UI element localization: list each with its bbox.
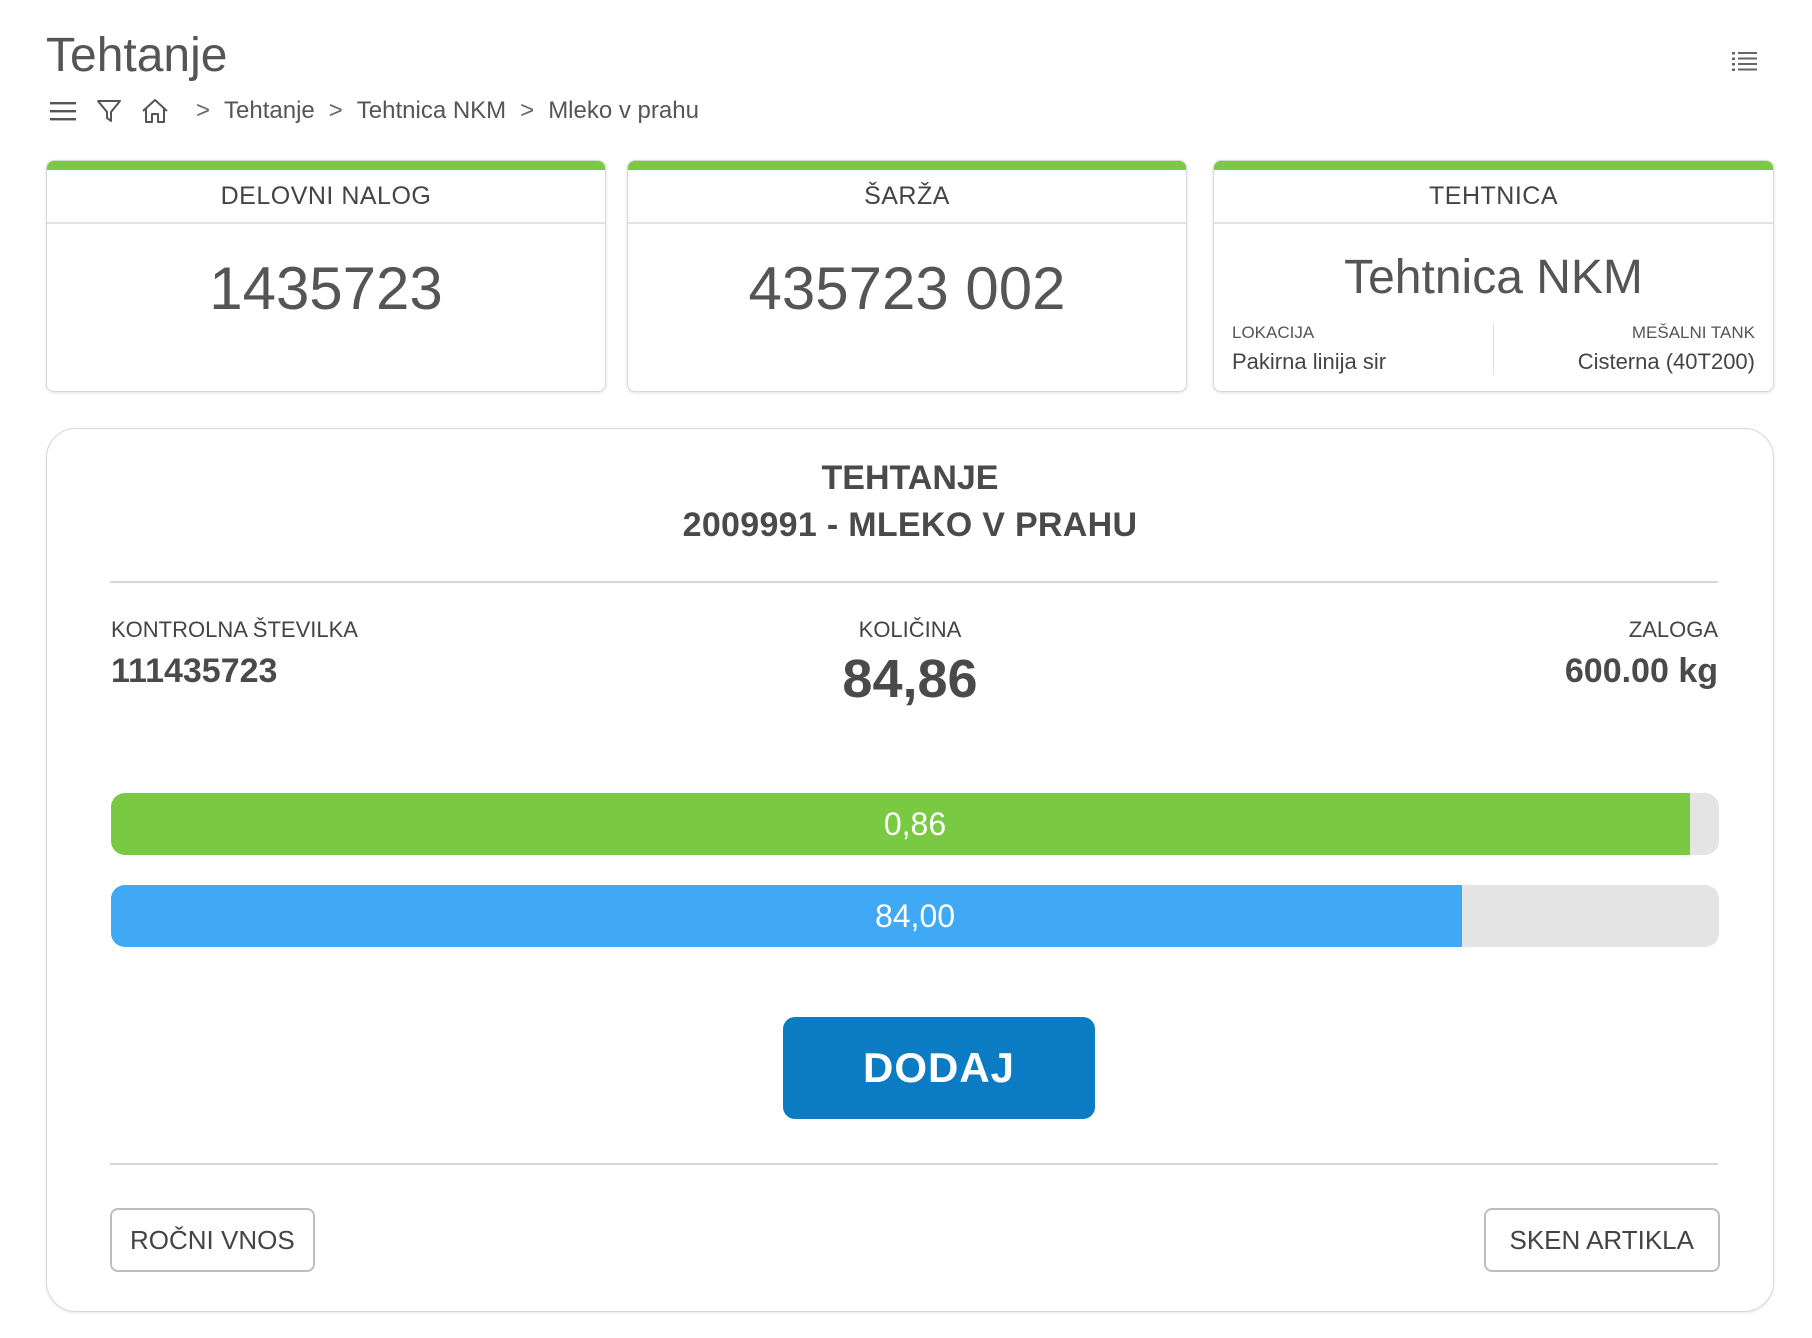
filter-icon bbox=[97, 100, 121, 122]
quantity-label: KOLIČINA bbox=[858, 617, 962, 642]
home-button[interactable] bbox=[140, 96, 170, 126]
batch-value: 435723 002 bbox=[748, 255, 1066, 322]
list-icon bbox=[1732, 52, 1757, 71]
add-button[interactable]: DODAJ bbox=[783, 1017, 1095, 1119]
stock-label: ZALOGA bbox=[1628, 617, 1718, 642]
card-accent-bar bbox=[47, 161, 605, 170]
quantity-value: 84,86 bbox=[842, 649, 978, 709]
scale-label: TEHTNICA bbox=[1214, 170, 1773, 224]
progress-label: 0,86 bbox=[883, 806, 947, 842]
page-title: Tehtanje bbox=[46, 29, 228, 82]
tank-block: MEŠALNI TANK Cisterna (40T200) bbox=[1493, 323, 1755, 375]
scale-details: LOKACIJA Pakirna linija sir MEŠALNI TANK… bbox=[1214, 323, 1773, 375]
card-accent-bar bbox=[1214, 161, 1773, 170]
hamburger-icon bbox=[50, 102, 76, 121]
hamburger-menu-button[interactable] bbox=[48, 96, 78, 126]
work-order-card: DELOVNI NALOG 1435723 bbox=[46, 160, 606, 392]
work-order-label: DELOVNI NALOG bbox=[47, 170, 605, 224]
filter-button[interactable] bbox=[94, 96, 124, 126]
batch-card: ŠARŽA 435723 002 bbox=[627, 160, 1187, 392]
location-value: Pakirna linija sir bbox=[1232, 349, 1387, 374]
manual-entry-button[interactable]: ROČNI VNOS bbox=[110, 1208, 315, 1272]
weighing-subtitle: 2009991 - MLEKO V PRAHU bbox=[682, 506, 1138, 544]
breadcrumb-separator: > bbox=[196, 97, 211, 124]
work-order-value: 1435723 bbox=[209, 255, 443, 322]
tank-label: MEŠALNI TANK bbox=[1631, 323, 1755, 342]
progress-bar-target: 84,00 bbox=[111, 885, 1719, 947]
breadcrumb-separator: > bbox=[328, 97, 343, 124]
divider bbox=[110, 581, 1718, 583]
breadcrumb: > Tehtanje > Tehtnica NKM > Mleko v prah… bbox=[48, 94, 699, 128]
divider bbox=[110, 1163, 1718, 1165]
breadcrumb-separator: > bbox=[520, 97, 535, 124]
batch-label: ŠARŽA bbox=[628, 170, 1186, 224]
tank-value: Cisterna (40T200) bbox=[1577, 349, 1755, 374]
card-accent-bar bbox=[628, 161, 1186, 170]
home-icon bbox=[142, 99, 168, 123]
breadcrumb-item-mleko[interactable]: Mleko v prahu bbox=[548, 97, 699, 125]
progress-bar-difference: 0,86 bbox=[111, 793, 1719, 855]
stock-value: 600.00 kg bbox=[1564, 652, 1718, 690]
breadcrumb-item-tehtnica[interactable]: Tehtnica NKM bbox=[357, 97, 506, 125]
scan-item-button[interactable]: SKEN ARTIKLA bbox=[1483, 1208, 1720, 1272]
weighing-panel: TEHTANJE 2009991 - MLEKO V PRAHU KONTROL… bbox=[46, 428, 1774, 1312]
weighing-title: TEHTANJE bbox=[821, 459, 999, 497]
scale-card: TEHTNICA Tehtnica NKM LOKACIJA Pakirna l… bbox=[1213, 160, 1774, 392]
location-block: LOKACIJA Pakirna linija sir bbox=[1232, 323, 1493, 375]
location-label: LOKACIJA bbox=[1232, 323, 1315, 342]
list-menu-button[interactable] bbox=[1730, 46, 1760, 76]
progress-label: 84,00 bbox=[874, 898, 956, 934]
breadcrumb-item-tehtanje[interactable]: Tehtanje bbox=[224, 97, 315, 125]
scale-value: Tehtnica NKM bbox=[1344, 251, 1643, 304]
